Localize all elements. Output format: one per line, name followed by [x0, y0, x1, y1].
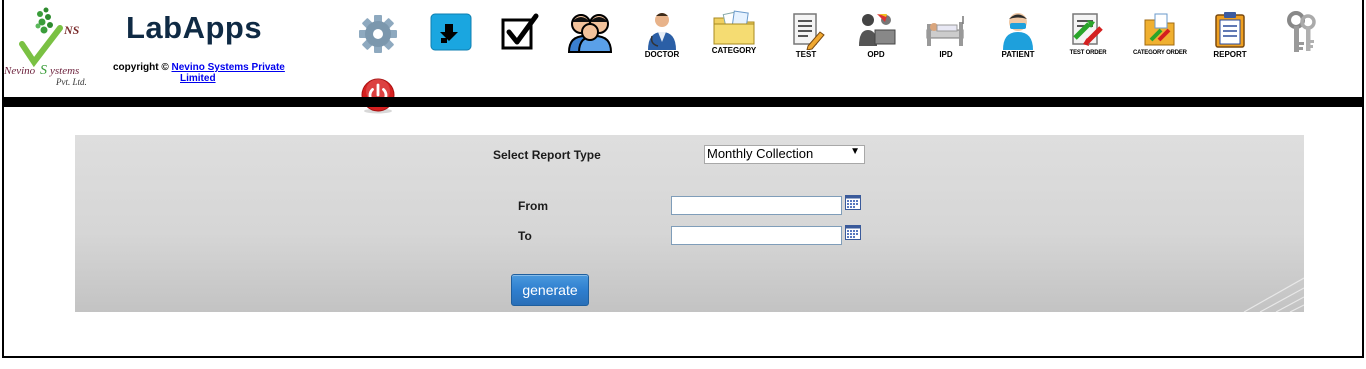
svg-text:Nevino: Nevino [4, 65, 36, 77]
report-icon [1215, 12, 1245, 48]
patient-icon [1003, 13, 1033, 50]
copyright-prefix: copyright © [113, 62, 169, 73]
panel-decoration [1243, 277, 1304, 312]
nevino-systems-logo: NS Nevino S ystems Pvt. Ltd. [4, 7, 87, 87]
ipd-button[interactable]: IPD [920, 10, 972, 66]
test-order-icon [1072, 13, 1103, 46]
nav-label-category-order: CATEGORY ORDER [1133, 50, 1187, 56]
report-form-panel: Select Report Type Monthly Collection ▼ … [75, 135, 1304, 312]
generate-button[interactable]: generate [511, 274, 589, 306]
opd-button[interactable]: OPD [850, 10, 902, 66]
calendar-icon[interactable] [845, 194, 861, 210]
report-type-label: Select Report Type [493, 148, 601, 162]
svg-text:Pvt. Ltd.: Pvt. Ltd. [55, 77, 87, 87]
doctor-icon [648, 13, 676, 50]
opd-icon [859, 14, 896, 46]
to-date-input[interactable] [671, 226, 842, 245]
nav-label-report: REPORT [1213, 50, 1247, 59]
company-link-line2: Limited [180, 73, 216, 84]
doctor-button[interactable]: DOCTOR [636, 10, 688, 66]
svg-text:ystems: ystems [49, 65, 79, 77]
test-order-button[interactable]: TEST ORDER [1062, 10, 1114, 66]
company-link-line1: Nevino Systems Private [171, 62, 285, 73]
chevron-down-icon: ▼ [850, 146, 860, 157]
category-folder-icon [713, 10, 755, 45]
category-order-icon [1144, 13, 1175, 46]
checkbox-icon [501, 13, 539, 50]
copyright-notice: copyright © Nevino Systems Private Limite… [113, 62, 293, 84]
svg-text:NS: NS [63, 23, 80, 37]
to-label: To [518, 229, 532, 243]
svg-text:S: S [40, 63, 47, 78]
report-type-select[interactable]: Monthly Collection ▼ [704, 145, 865, 164]
download-button[interactable] [424, 10, 476, 66]
test-button[interactable]: TEST [780, 10, 832, 66]
nav-label-category: CATEGORY [711, 46, 757, 55]
users-button[interactable] [564, 10, 616, 66]
report-type-selected-value: Monthly Collection [707, 146, 814, 161]
keys-button[interactable] [1276, 10, 1328, 66]
from-date-input[interactable] [671, 196, 842, 215]
test-icon [793, 13, 825, 50]
calendar-icon[interactable] [845, 224, 861, 240]
nav-label-patient: PATIENT [1001, 50, 1035, 59]
ipd-icon [926, 16, 964, 46]
app-title: LabApps [126, 10, 263, 45]
nav-label-opd: OPD [867, 50, 885, 59]
gear-icon [359, 15, 397, 53]
category-button[interactable]: CATEGORY [708, 10, 760, 66]
nav-label-test: TEST [795, 50, 817, 59]
settings-button[interactable] [352, 10, 404, 66]
tasks-button[interactable] [494, 10, 546, 66]
category-order-button[interactable]: CATEGORY ORDER [1133, 10, 1187, 66]
nav-label-test-order: TEST ORDER [1069, 50, 1107, 56]
patient-button[interactable]: PATIENT [992, 10, 1044, 66]
from-label: From [518, 199, 548, 213]
nav-label-doctor: DOCTOR [644, 50, 680, 59]
power-icon[interactable] [360, 78, 396, 114]
nav-label-ipd: IPD [939, 50, 953, 59]
keys-icon [1287, 11, 1316, 52]
header-divider-bar [4, 97, 1362, 107]
report-button[interactable]: REPORT [1204, 10, 1256, 66]
download-icon [430, 13, 472, 51]
users-icon [567, 14, 613, 53]
